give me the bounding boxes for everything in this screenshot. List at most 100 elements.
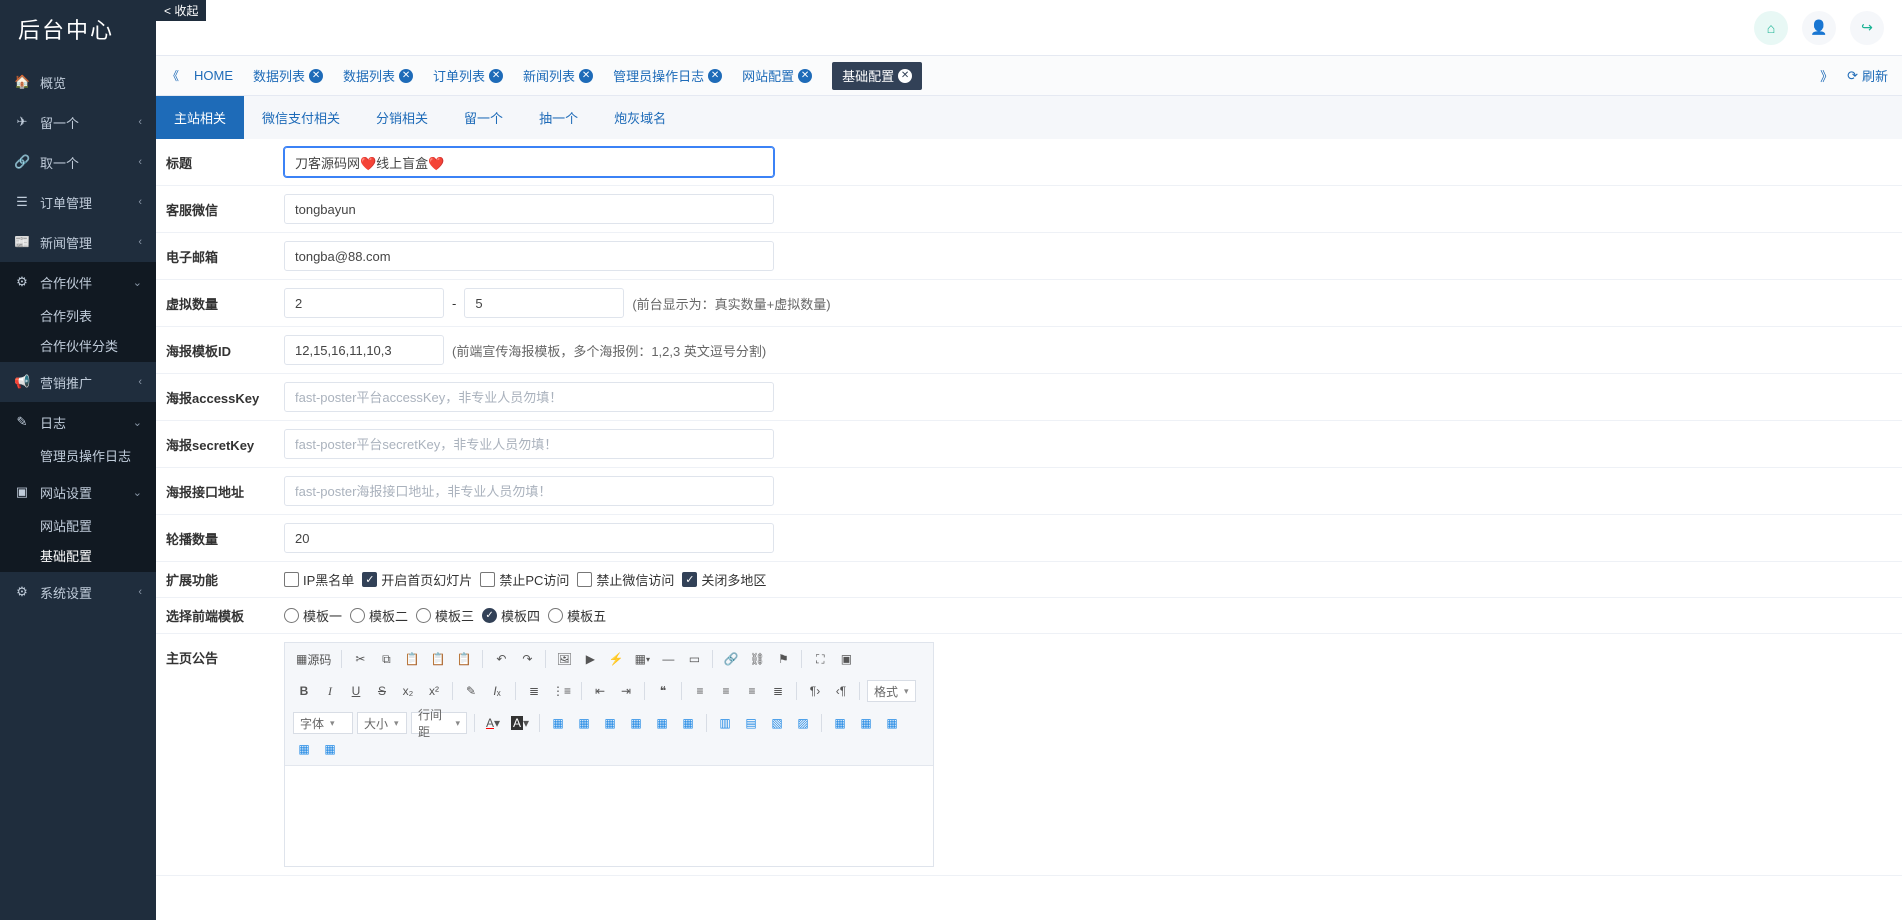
sidebar-sub-partner-category[interactable]: 合作伙伴分类 [0,332,156,362]
subtab-ash-domain[interactable]: 炮灰域名 [596,96,684,139]
text-color-icon[interactable]: A▾ [482,712,504,734]
table-insert-icon[interactable]: ▦ [625,712,647,734]
unlink-icon[interactable]: ⛓ [746,648,768,670]
subtab-distribution[interactable]: 分销相关 [358,96,446,139]
format-combo[interactable]: 格式▾ [867,680,916,702]
table-cell-icon[interactable]: ▦ [547,712,569,734]
input-title[interactable] [284,147,774,177]
tab-order-list[interactable]: 订单列表✕ [433,66,503,85]
strike-icon[interactable]: S [371,680,393,702]
user-button[interactable]: 👤 [1802,11,1836,45]
sidebar-item-overview[interactable]: 🏠 概览 [0,62,156,102]
editor-source-button[interactable]: ▦ 源码 [293,648,334,670]
insert-row-before-icon[interactable]: ▦ [829,712,851,734]
font-combo[interactable]: 字体▾ [293,712,353,734]
tab-home[interactable]: HOME [194,68,233,83]
sidebar-item-system[interactable]: ⚙ 系统设置 ‹ [0,572,156,612]
delete-row-icon[interactable]: ▦ [319,738,341,760]
split-cell-v-icon[interactable]: ▤ [740,712,762,734]
redo-icon[interactable]: ↷ [516,648,538,670]
tab-data-list-2[interactable]: 数据列表✕ [343,66,413,85]
sidebar-item-reserve-2[interactable]: 🔗 取一个 ‹ [0,142,156,182]
underline-icon[interactable]: U [345,680,367,702]
tab-site-config[interactable]: 网站配置✕ [742,66,812,85]
collapse-sidebar-tab[interactable]: < 收起 [156,0,206,21]
input-poster-id[interactable] [284,335,444,365]
subscript-icon[interactable]: x₂ [397,680,419,702]
sidebar-item-orders[interactable]: ☰ 订单管理 ‹ [0,182,156,222]
table-col-icon[interactable]: ▦ [599,712,621,734]
logout-button[interactable]: ↪ [1850,11,1884,45]
close-icon[interactable]: ✕ [579,69,593,83]
home-button[interactable]: ⌂ [1754,11,1788,45]
hr-icon[interactable]: — [657,648,679,670]
tab-scroll-right[interactable]: 》 [1820,66,1833,85]
tab-refresh[interactable]: ⟳ 刷新 [1847,66,1888,85]
radio-template-4[interactable]: 模板五 [548,606,606,625]
input-wechat[interactable] [284,194,774,224]
paste-word-icon[interactable]: 📋 [453,648,475,670]
bg-color-icon[interactable]: A▾ [508,712,532,734]
subtab-reserve-a[interactable]: 留一个 [446,96,521,139]
sidebar-sub-site-config[interactable]: 网站配置 [0,512,156,542]
insert-row-after-icon[interactable]: ▦ [855,712,877,734]
checkbox-ext-2[interactable]: 禁止PC访问 [480,570,569,589]
sidebar-sub-partner-list[interactable]: 合作列表 [0,302,156,332]
input-carousel[interactable] [284,523,774,553]
tab-base-config[interactable]: 基础配置✕ [832,62,922,90]
highlight-icon[interactable]: ✎ [460,680,482,702]
remove-format-icon[interactable]: Iₓ [486,680,508,702]
input-access-key[interactable] [284,382,774,412]
ordered-list-icon[interactable]: ≣ [523,680,545,702]
subtab-wxpay[interactable]: 微信支付相关 [244,96,358,139]
iframe-icon[interactable]: ▭ [683,648,705,670]
link-icon[interactable]: 🔗 [720,648,742,670]
merge-cell-icon[interactable]: ▧ [766,712,788,734]
sidebar-item-site[interactable]: ▣ 网站设置 ⌄ [0,472,156,512]
superscript-icon[interactable]: x² [423,680,445,702]
close-icon[interactable]: ✕ [309,69,323,83]
editor-body[interactable] [285,766,933,866]
subtab-main[interactable]: 主站相关 [156,96,244,139]
close-icon[interactable]: ✕ [399,69,413,83]
split-cell-h-icon[interactable]: ▥ [714,712,736,734]
insert-col-before-icon[interactable]: ▦ [881,712,903,734]
table-delete-icon[interactable]: ▦ [651,712,673,734]
italic-icon[interactable]: I [319,680,341,702]
close-icon[interactable]: ✕ [798,69,812,83]
close-icon[interactable]: ✕ [708,69,722,83]
delete-col-icon[interactable]: ▨ [792,712,814,734]
align-justify-icon[interactable]: ≣ [767,680,789,702]
radio-template-1[interactable]: 模板二 [350,606,408,625]
video-icon[interactable]: ▶ [579,648,601,670]
close-icon[interactable]: ✕ [489,69,503,83]
paste-text-icon[interactable]: 📋 [427,648,449,670]
align-center-icon[interactable]: ≡ [715,680,737,702]
table-merge-icon[interactable]: ▦ [677,712,699,734]
copy-icon[interactable]: ⧉ [375,648,397,670]
table-icon[interactable]: ▦▾ [631,648,653,670]
rtl-icon[interactable]: ‹¶ [830,680,852,702]
cut-icon[interactable]: ✂ [349,648,371,670]
input-email[interactable] [284,241,774,271]
fontsize-combo[interactable]: 大小▾ [357,712,407,734]
lineheight-combo[interactable]: 行间距▾ [411,712,467,734]
sidebar-item-news[interactable]: 📰 新闻管理 ‹ [0,222,156,262]
sidebar-sub-base-config[interactable]: 基础配置 [0,542,156,572]
paste-icon[interactable]: 📋 [401,648,423,670]
align-left-icon[interactable]: ≡ [689,680,711,702]
input-poster-api[interactable] [284,476,774,506]
undo-icon[interactable]: ↶ [490,648,512,670]
sidebar-item-partners[interactable]: ⚙ 合作伙伴 ⌄ [0,262,156,302]
insert-col-after-icon[interactable]: ▦ [293,738,315,760]
anchor-icon[interactable]: ⚑ [772,648,794,670]
radio-template-3[interactable]: 模板四 [482,606,540,625]
image-icon[interactable]: 🖼 [553,648,575,670]
align-right-icon[interactable]: ≡ [741,680,763,702]
sidebar-item-reserve-1[interactable]: ✈ 留一个 ‹ [0,102,156,142]
input-virtual-from[interactable] [284,288,444,318]
checkbox-ext-4[interactable]: ✓关闭多地区 [682,570,766,589]
blocks-icon[interactable]: ▣ [835,648,857,670]
outdent-icon[interactable]: ⇤ [589,680,611,702]
unordered-list-icon[interactable]: ⋮≡ [549,680,574,702]
